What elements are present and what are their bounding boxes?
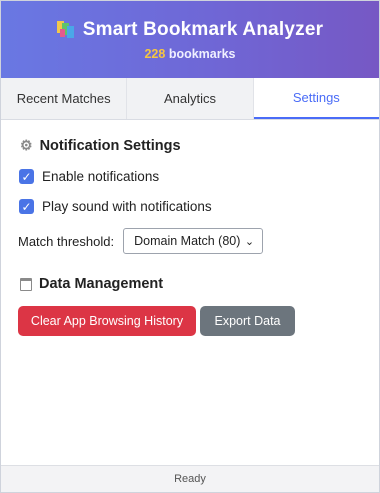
export-data-button[interactable]: Export Data [200,306,295,336]
trash-icon [20,277,32,291]
match-threshold-value: Domain Match (80) [134,234,241,248]
enable-notifications-label: Enable notifications [42,169,160,184]
data-management-heading: Data Management [20,276,163,292]
bookmark-count-label: bookmarks [168,47,236,61]
tab-settings[interactable]: Settings [253,78,379,119]
tab-analytics[interactable]: Analytics [127,78,254,119]
clear-history-button[interactable]: Clear App Browsing History [18,306,196,336]
header: Smart Bookmark Analyzer 228 bookmarks [1,1,379,78]
extension-popup: Smart Bookmark Analyzer 228 bookmarks Re… [0,0,380,493]
tab-recent-matches[interactable]: Recent Matches [1,78,128,119]
chevron-down-icon: ⌄ [244,235,255,248]
title-row: Smart Bookmark Analyzer [1,19,379,41]
status-bar: Ready [1,465,379,492]
bookmark-count: 228 bookmarks [1,47,379,61]
enable-notifications-row[interactable]: ✓ Enable notifications [19,169,159,184]
app-title: Smart Bookmark Analyzer [82,19,324,40]
bookmark-count-value: 228 [144,47,166,61]
enable-notifications-checkbox[interactable]: ✓ [19,169,34,184]
tab-bar: Recent Matches Analytics Settings [1,78,379,120]
notification-settings-heading: ⚙ Notification Settings [20,137,181,154]
gear-icon: ⚙ [20,137,33,153]
match-threshold-row: Match threshold: Domain Match (80) ⌄ [18,228,264,254]
notification-settings-title: Notification Settings [39,137,181,154]
bookmarks-logo-icon [56,21,75,39]
play-sound-label: Play sound with notifications [42,199,212,214]
play-sound-row[interactable]: ✓ Play sound with notifications [19,199,212,214]
data-management-title: Data Management [39,276,164,292]
match-threshold-label: Match threshold: [18,233,115,249]
match-threshold-select[interactable]: Domain Match (80) ⌄ [123,228,264,254]
play-sound-checkbox[interactable]: ✓ [19,199,34,214]
status-text: Ready [174,473,206,485]
